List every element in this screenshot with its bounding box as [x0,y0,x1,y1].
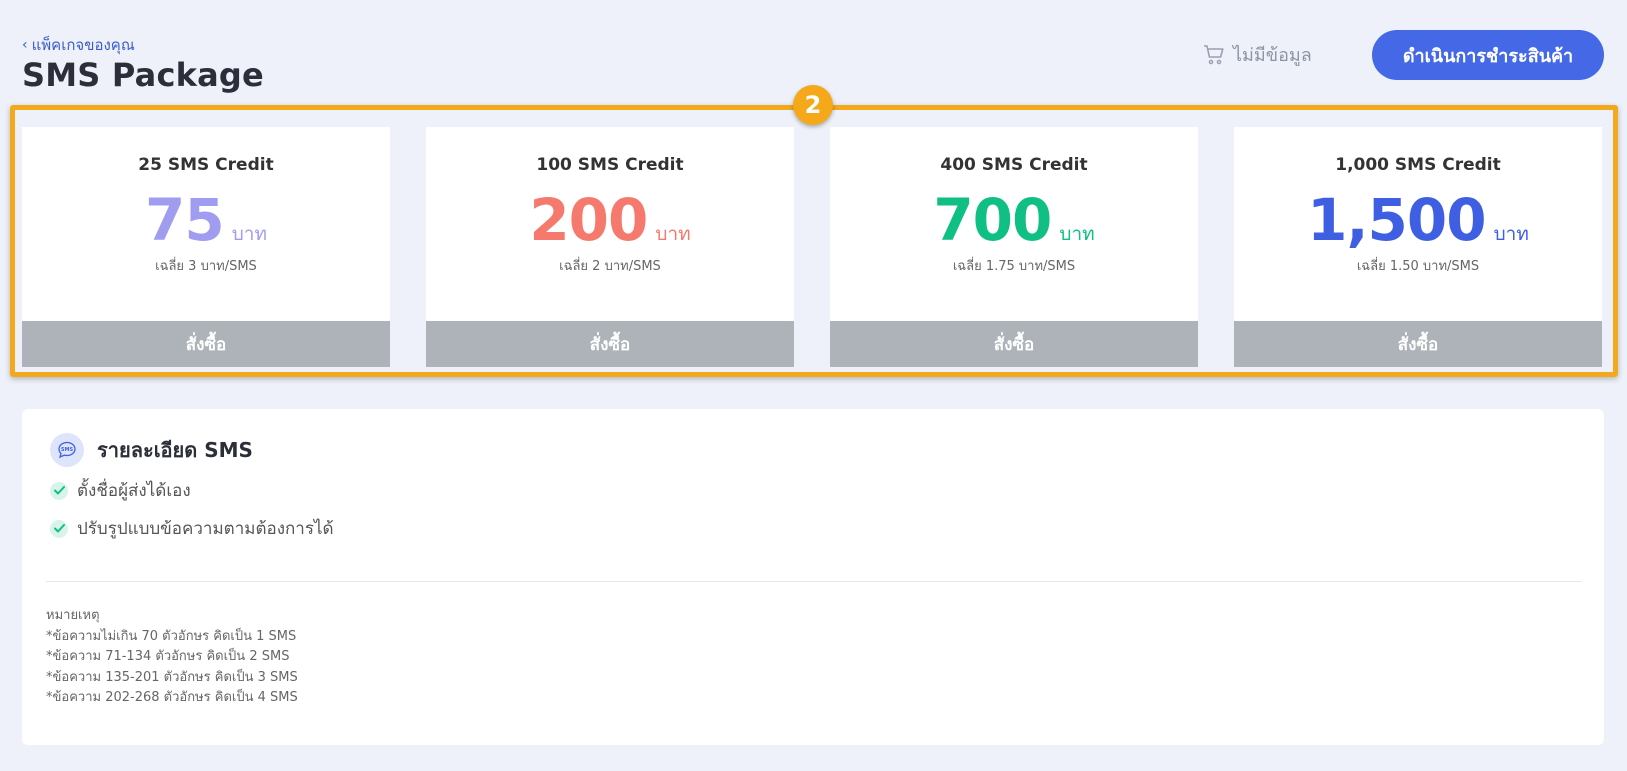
notes: หมายเหตุ *ข้อความไม่เกิน 70 ตัวอักษร คิด… [46,606,298,709]
details-title: รายละเอียด SMS [97,438,253,462]
check-icon [50,481,68,500]
order-button[interactable]: สั่งซื้อ [426,321,794,367]
back-link[interactable]: ‹ แพ็คเกจของคุณ [22,33,135,57]
check-icon [50,519,68,538]
note-line: *ข้อความ 202-268 ตัวอักษร คิดเป็น 4 SMS [46,690,298,705]
price-row: 75 บาท [145,191,267,249]
back-link-label: แพ็คเกจของคุณ [31,36,135,54]
package-average: เฉลี่ย 2 บาท/SMS [559,259,661,274]
notes-title: หมายเหตุ [46,608,100,623]
checkout-button[interactable]: ดำเนินการชำระสินค้า [1372,30,1604,80]
package-title: 100 SMS Credit [536,155,684,175]
package-average: เฉลี่ย 3 บาท/SMS [155,259,257,274]
package-price: 200 [529,186,648,254]
sms-details-panel: SMS รายละเอียด SMS ตั้งชื่อผู้ส่งได้เอง … [22,409,1604,745]
sms-bubble-icon: SMS [58,441,76,459]
package-title: 25 SMS Credit [138,155,274,175]
order-button[interactable]: สั่งซื้อ [1234,321,1602,367]
annotation-badge: 2 [793,85,833,125]
note-line: *ข้อความไม่เกิน 70 ตัวอักษร คิดเป็น 1 SM… [46,628,297,644]
package-unit: บาท [231,223,267,245]
cart-icon [1204,44,1224,64]
package-list: 25 SMS Credit 75 บาท เฉลี่ย 3 บาท/SMS สั… [22,127,1602,367]
package-title: 1,000 SMS Credit [1335,155,1501,175]
package-card: 100 SMS Credit 200 บาท เฉลี่ย 2 บาท/SMS … [426,127,794,367]
feature-label: ปรับรูปแบบข้อความตามต้องการได้ [77,519,334,539]
divider [46,581,1581,582]
package-average: เฉลี่ย 1.75 บาท/SMS [952,259,1076,274]
order-button[interactable]: สั่งซื้อ [830,321,1198,367]
details-header: SMS รายละเอียด SMS [50,433,253,467]
package-unit: บาท [1059,223,1095,245]
price-row: 200 บาท [529,191,690,249]
price-row: 700 บาท [933,191,1094,249]
package-average: เฉลี่ย 1.50 บาท/SMS [1356,259,1480,274]
feature-label: ตั้งชื่อผู้ส่งได้เอง [77,481,191,501]
cart-label: ไม่มีข้อมูล [1233,45,1312,66]
package-unit: บาท [1493,223,1529,245]
cart-button[interactable]: ไม่มีข้อมูล [1203,40,1312,69]
package-price: 1,500 [1307,186,1486,254]
note-line: *ข้อความ 135-201 ตัวอักษร คิดเป็น 3 SMS [46,669,298,685]
package-price: 75 [145,186,225,254]
package-card: 1,000 SMS Credit 1,500 บาท เฉลี่ย 1.50 บ… [1234,127,1602,367]
package-price: 700 [933,186,1052,254]
price-row: 1,500 บาท [1307,191,1529,249]
package-card: 25 SMS Credit 75 บาท เฉลี่ย 3 บาท/SMS สั… [22,127,390,367]
note-line: *ข้อความ 71-134 ตัวอักษร คิดเป็น 2 SMS [46,649,290,664]
sms-icon-text: SMS [61,447,74,453]
sms-chat-icon: SMS [50,433,84,467]
package-card: 400 SMS Credit 700 บาท เฉลี่ย 1.75 บาท/S… [830,127,1198,367]
order-button[interactable]: สั่งซื้อ [22,321,390,367]
package-title: 400 SMS Credit [940,155,1088,175]
package-unit: บาท [655,223,691,245]
chevron-left-icon: ‹ [22,37,28,53]
feature-item: ปรับรูปแบบข้อความตามต้องการได้ [50,515,334,542]
page: ‹ แพ็คเกจของคุณ SMS Package ไม่มีข้อมูล … [0,0,1627,771]
page-title: SMS Package [22,56,264,94]
feature-item: ตั้งชื่อผู้ส่งได้เอง [50,477,191,504]
